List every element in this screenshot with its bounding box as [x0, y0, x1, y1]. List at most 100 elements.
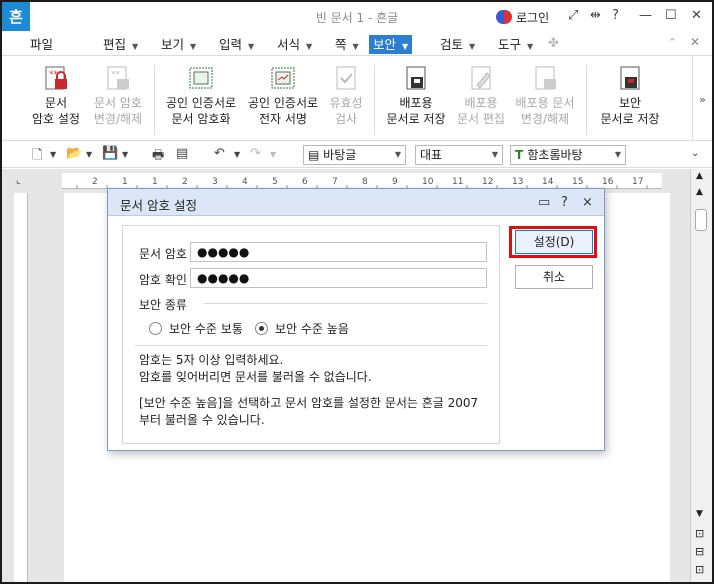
dialog-help-icon[interactable]: ? — [561, 195, 568, 210]
ribbon-more-button[interactable]: » — [692, 57, 712, 141]
menu-insert[interactable]: 입력 ▼ — [215, 35, 258, 54]
radio-button[interactable] — [255, 322, 268, 335]
edit-distribution-button[interactable]: 배포용 문서 편집 — [452, 65, 510, 127]
font-combo[interactable]: T 함초롬바탕 ▼ — [510, 145, 626, 165]
vertical-scrollbar[interactable]: ▲ ▲ ▼ ⊡ ⊟ ⊡ — [690, 169, 712, 582]
chevron-down-icon: ▼ — [402, 42, 409, 51]
undo-icon[interactable]: ↶ — [214, 146, 225, 161]
save-distribution-button[interactable]: 배포용 문서로 저장 — [380, 65, 452, 127]
horizontal-ruler[interactable]: 21123456789101112131415161718 — [62, 173, 674, 189]
close-window-icon[interactable]: ✕ — [691, 8, 702, 23]
scroll-thumb[interactable] — [695, 209, 707, 231]
note-compatibility: [보안 수준 높음]을 선택하고 문서 암호를 설정한 문서는 흔글 2007부… — [139, 396, 479, 427]
cert-sign-button[interactable]: 공인 인증서로 전자 서명 — [244, 65, 322, 127]
set-password-button[interactable]: ** 문서 암호 설정 — [28, 65, 84, 127]
dialog-close-icon[interactable]: × — [582, 195, 593, 210]
highlight-box — [509, 226, 597, 258]
menu-security[interactable]: 보안 ▼ — [369, 35, 413, 54]
toolbar-expand-icon[interactable]: ⌄ — [691, 148, 699, 159]
redo-icon[interactable]: ↷ — [250, 146, 261, 161]
style-icon: ▤ — [308, 148, 324, 162]
ruler-toggle-icon[interactable]: ⌞ — [16, 175, 21, 186]
check-doc-icon — [332, 65, 360, 91]
ruler-tick-label: 7 — [332, 177, 338, 187]
save-icon[interactable]: 💾 — [102, 146, 118, 161]
ribbon-separator — [374, 65, 375, 135]
page-up-icon[interactable]: ⊡ — [695, 527, 704, 540]
page-down-icon[interactable]: ⊡ — [695, 563, 704, 576]
menu-review[interactable]: 검토 ▼ — [436, 35, 479, 54]
maximize-icon[interactable]: ☐ — [665, 8, 677, 23]
chevron-down-icon: ▼ — [469, 42, 476, 51]
chevron-down-icon: ▼ — [527, 42, 534, 51]
menu-file[interactable]: 파일 — [26, 35, 57, 54]
language-combo[interactable]: 대표 ▼ — [415, 145, 503, 165]
chevron-down-icon: ▼ — [190, 42, 197, 51]
split-icon[interactable]: ⇹ — [590, 8, 601, 23]
radio-security-normal[interactable]: 보안 수준 보통 — [149, 320, 243, 337]
password-field[interactable]: ●●●●● — [190, 242, 487, 262]
ruler-tick-label: 2 — [182, 177, 188, 187]
menu-page[interactable]: 쪽 ▼ — [331, 35, 363, 54]
radio-security-high[interactable]: 보안 수준 높음 — [255, 320, 349, 337]
validity-check-button[interactable]: 유효성 검사 — [324, 65, 368, 127]
ruler-tick-label: 15 — [572, 177, 583, 187]
dialog-title-bar[interactable]: 문서 암호 설정 ▭ ? × — [108, 189, 604, 216]
menu-view[interactable]: 보기 ▼ — [157, 35, 200, 54]
chevron-down-icon[interactable]: ▼ — [270, 150, 276, 159]
chevron-down-icon: ▼ — [306, 42, 313, 51]
certificate-icon — [187, 65, 215, 91]
help-icon[interactable]: ? — [612, 8, 619, 23]
scroll-down-icon[interactable]: ▼ — [696, 509, 703, 519]
scroll-up-icon[interactable]: ▲ — [696, 171, 703, 181]
comment-icon[interactable]: ▭ — [538, 195, 550, 210]
minimize-icon[interactable]: — — [639, 8, 652, 23]
chevron-up-icon[interactable]: ⌃ — [668, 36, 677, 49]
app-window: 흔 빈 문서 1 - 흔글 로그인 ⤢ ⇹ ? — ☐ ✕ 파일 편집 ▼ 보기 ▼… — [0, 0, 714, 584]
doc-lock-icon: ** — [104, 65, 132, 91]
chevron-down-icon: ▼ — [614, 150, 621, 159]
close-doc-icon[interactable]: ✕ — [690, 35, 700, 49]
chevron-down-icon[interactable]: ▼ — [86, 150, 92, 159]
chevron-down-icon: ▼ — [132, 42, 139, 51]
font-type-icon: T — [515, 148, 528, 162]
change-distribution-button[interactable]: 배포용 문서 변경/해제 — [512, 65, 578, 127]
preview-icon[interactable]: ▤ — [176, 146, 188, 161]
secure-save-icon — [616, 65, 644, 91]
chevron-down-icon[interactable]: ▼ — [50, 150, 56, 159]
chevron-down-icon[interactable]: ▼ — [234, 150, 240, 159]
new-doc-icon[interactable]: 🗋 — [32, 146, 42, 168]
ruler-tick-label: 12 — [482, 177, 493, 187]
style-combo[interactable]: ▤ 바탕글 ▼ — [303, 145, 406, 165]
open-folder-icon[interactable]: 📂 — [66, 146, 82, 161]
cancel-button[interactable]: 취소 — [515, 265, 593, 289]
note-min-length: 암호는 5자 이상 입력하세요. — [139, 353, 284, 367]
dialog-body: 문서 암호 ●●●●● 암호 확인 ●●●●● 보안 종류 보안 수준 보통 보… — [122, 225, 500, 444]
vertical-ruler[interactable] — [14, 193, 28, 582]
scroll-up-icon[interactable]: ▲ — [696, 187, 703, 197]
svg-text:**: ** — [111, 70, 121, 80]
chevron-down-icon[interactable]: ▼ — [122, 150, 128, 159]
login-icon[interactable] — [496, 10, 512, 24]
page-icon[interactable]: ⊟ — [695, 545, 704, 558]
password-label: 문서 암호 — [139, 247, 187, 261]
print-icon[interactable]: 🖶 — [152, 146, 164, 168]
chevron-down-icon: ▼ — [352, 42, 359, 51]
fullscreen-icon[interactable]: ⤢ — [568, 8, 578, 23]
radio-button[interactable] — [149, 322, 162, 335]
menu-tools[interactable]: 도구 ▼ — [494, 35, 537, 54]
window-title: 빈 문서 1 - 흔글 — [315, 11, 399, 25]
menu-format[interactable]: 서식 ▼ — [273, 35, 316, 54]
ruler-tick-label: 3 — [212, 177, 218, 187]
chevron-down-icon: ▼ — [248, 42, 255, 51]
login-link[interactable]: 로그인 — [516, 9, 549, 26]
password-dialog: 문서 암호 설정 ▭ ? × 문서 암호 ●●●●● 암호 확인 ●●●●● 보… — [107, 188, 605, 451]
section-divider — [203, 303, 487, 304]
change-password-button[interactable]: ** 문서 암호 변경/해제 — [90, 65, 146, 127]
puzzle-icon[interactable]: ✤ — [548, 36, 559, 51]
menu-edit[interactable]: 편집 ▼ — [99, 35, 142, 54]
cert-encrypt-button[interactable]: 공인 인증서로 문서 암호화 — [162, 65, 240, 127]
save-secure-button[interactable]: 보안 문서로 저장 — [594, 65, 666, 127]
toolbar: 🗋 ▼ 📂 ▼ 💾 ▼ 🖶 ▤ ↶ ▼ ↷ ▼ ▤ 바탕글 ▼ 대표 ▼ T 함초롬… — [2, 142, 712, 168]
confirm-password-field[interactable]: ●●●●● — [190, 268, 487, 288]
